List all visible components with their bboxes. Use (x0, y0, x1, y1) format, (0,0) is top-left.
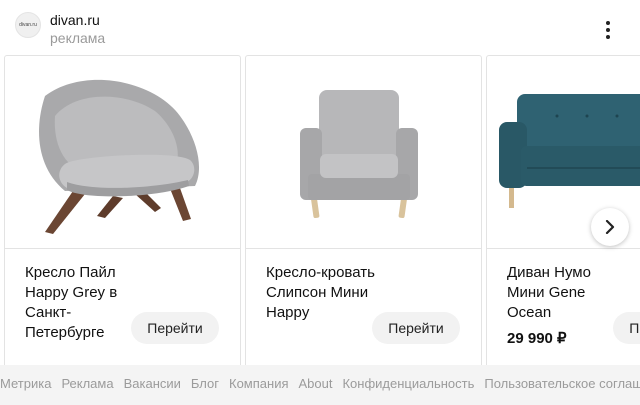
footer-links: Метрика Реклама Вакансии Блог Компания A… (0, 376, 640, 391)
product-image[interactable] (246, 56, 481, 249)
footer: Метрика Реклама Вакансии Блог Компания A… (0, 365, 640, 405)
go-button[interactable]: Перейти (613, 312, 640, 344)
product-price: 29 990 ₽ (507, 330, 567, 347)
footer-link-blog[interactable]: Блог (191, 376, 219, 391)
ad-header: divan.ru divan.ru реклама (0, 0, 640, 54)
product-card[interactable]: Кресло-кровать Слипсон Мини Happy Перейт… (245, 55, 482, 365)
footer-link-terms[interactable]: Пользовательское соглашение (484, 376, 640, 391)
ad-label: реклама (50, 30, 106, 46)
advertiser-name[interactable]: divan.ru (50, 12, 100, 28)
go-button[interactable]: Перейти (372, 312, 460, 344)
product-title[interactable]: Кресло-кровать Слипсон Мини Happy (266, 263, 376, 323)
footer-link-advertising[interactable]: Реклама (61, 376, 113, 391)
more-vertical-icon[interactable] (599, 18, 617, 42)
product-carousel: Кресло Пайл Happy Grey в Санкт-Петербург… (0, 54, 640, 365)
go-button[interactable]: Перейти (131, 312, 219, 344)
footer-link-metrika[interactable]: Метрика (0, 376, 51, 391)
footer-link-vacancies[interactable]: Вакансии (124, 376, 181, 391)
footer-link-company[interactable]: Компания (229, 376, 289, 391)
product-card[interactable]: Кресло Пайл Happy Grey в Санкт-Петербург… (4, 55, 241, 365)
product-title[interactable]: Диван Нумо Мини Gene Ocean (507, 263, 617, 323)
footer-link-privacy[interactable]: Конфиденциальность (342, 376, 474, 391)
product-image[interactable] (5, 56, 240, 249)
chevron-right-icon[interactable] (591, 208, 629, 246)
advertiser-logo[interactable]: divan.ru (15, 12, 41, 38)
footer-link-about[interactable]: About (299, 376, 333, 391)
product-title[interactable]: Кресло Пайл Happy Grey в Санкт-Петербург… (25, 263, 135, 343)
